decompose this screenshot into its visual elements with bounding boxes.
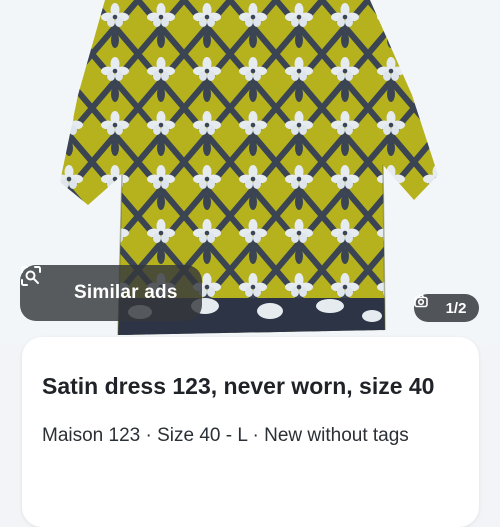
camera-icon xyxy=(414,294,441,315)
similar-ads-label: Similar ads xyxy=(74,282,178,303)
listing-meta: Maison 123 · Size 40 - L · New without t… xyxy=(42,425,409,446)
visual-search-icon xyxy=(21,266,62,304)
photo-counter: 1/2 xyxy=(414,294,479,322)
similar-ads-button[interactable]: Similar ads xyxy=(20,265,202,321)
listing-photo[interactable]: Similar ads 1/2 xyxy=(0,0,500,345)
listing-card: Satin dress 123, never worn, size 40 Mai… xyxy=(22,337,479,527)
photo-counter-text: 1/2 xyxy=(445,299,467,317)
listing-title: Satin dress 123, never worn, size 40 xyxy=(42,373,435,399)
